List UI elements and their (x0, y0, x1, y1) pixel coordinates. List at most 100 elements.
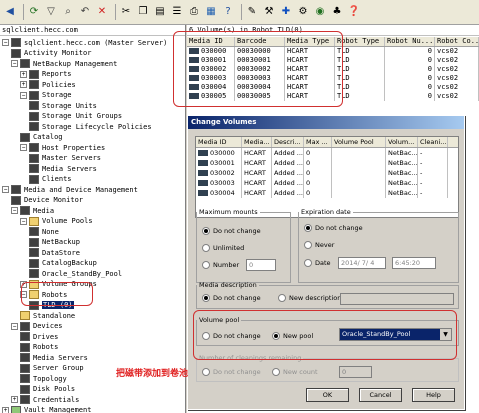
expiration-date[interactable]: Date (304, 259, 331, 267)
radio-icon[interactable] (272, 368, 280, 376)
tree-node[interactable]: + Volume Groups (20, 279, 97, 290)
properties-icon[interactable]: ☰ (170, 5, 184, 19)
column-header[interactable]: Volume Pool (332, 137, 386, 147)
tree-node[interactable]: DataStore (29, 247, 80, 258)
tree-node[interactable]: + Reports (20, 69, 72, 80)
expiration-do-not-change[interactable]: Do not change (304, 224, 363, 232)
tree-node[interactable]: Oracle_StandBy_Pool (29, 268, 122, 279)
tree-node[interactable]: Topology (20, 373, 67, 384)
column-header[interactable]: Max ... (304, 137, 332, 147)
column-header[interactable]: Volum... (386, 137, 418, 147)
find-icon[interactable]: ⌕ (61, 5, 75, 19)
collapse-icon[interactable]: − (11, 60, 18, 67)
column-header[interactable]: Barcode (235, 37, 285, 46)
expand-icon[interactable]: + (2, 406, 9, 413)
radio-icon[interactable] (202, 261, 210, 269)
paste-icon[interactable]: ▤ (153, 5, 167, 19)
table-row[interactable]: 030003 00030003 HCART TLD 0 vcs02 (187, 74, 479, 83)
filter-icon[interactable]: ▽ (44, 5, 58, 19)
tree-node[interactable]: − Media (11, 205, 54, 216)
tree-node[interactable]: Storage Unit Groups (29, 111, 122, 122)
column-header[interactable]: Robot Type (335, 37, 385, 46)
radio-icon[interactable] (272, 332, 280, 340)
copy-icon[interactable]: ❐ (136, 5, 150, 19)
expiration-date-field[interactable]: 2014/ 7/ 4 (338, 257, 386, 269)
collapse-icon[interactable]: − (2, 186, 9, 193)
column-header[interactable]: Media... (242, 137, 272, 147)
refresh-icon[interactable]: ⟳ (27, 5, 41, 19)
column-header[interactable]: Cleani... (418, 137, 448, 147)
tree-node[interactable]: Storage Units (29, 100, 97, 111)
tree-node[interactable]: Device Monitor (11, 195, 83, 206)
chart-icon[interactable]: ▦ (204, 5, 218, 19)
column-header[interactable]: Descri... (272, 137, 304, 147)
tree-node[interactable]: Clients (29, 174, 72, 185)
cleanings-do-not-change[interactable]: Do not change (202, 368, 261, 376)
gear-icon[interactable]: ⚙ (296, 5, 310, 19)
media-desc-new[interactable]: New description (278, 294, 341, 302)
tree-node[interactable]: − sqlclient.hecc.com (Master Server) (2, 37, 167, 48)
tree-node[interactable]: Activity Monitor (11, 48, 91, 59)
tool-icon[interactable]: ⚒ (262, 5, 276, 19)
tree-node[interactable]: − Volume Pools (20, 216, 93, 227)
expand-icon[interactable]: + (20, 70, 27, 78)
radio-icon[interactable] (202, 244, 210, 252)
web-icon[interactable]: ◉ (313, 5, 327, 19)
wizard-icon[interactable]: ✎ (245, 5, 259, 19)
column-header[interactable]: Media ID (196, 137, 242, 147)
tree-node[interactable]: − NetBackup Management (11, 58, 117, 69)
tree-node[interactable]: Robots (20, 342, 58, 353)
column-header[interactable]: Media Type (285, 37, 335, 46)
table-row[interactable]: 030002 00030002 HCART TLD 0 vcs02 (187, 65, 479, 74)
radio-icon[interactable] (202, 294, 210, 302)
table-row[interactable]: 030001 00030001 HCART TLD 0 vcs02 (187, 56, 479, 65)
max-mounts-number[interactable]: Number (202, 261, 239, 269)
collapse-icon[interactable]: − (20, 291, 27, 298)
cleanings-count-field[interactable]: 0 (339, 366, 372, 378)
radio-icon[interactable] (202, 368, 210, 376)
tree-node[interactable]: Disk Pools (20, 384, 75, 395)
collapse-icon[interactable]: − (20, 144, 27, 151)
tree-node[interactable]: Server Group (20, 363, 84, 374)
table-row[interactable]: 030004 00030004 HCART TLD 0 vcs02 (187, 83, 479, 92)
tree-node[interactable]: Media Servers (29, 163, 97, 174)
column-header[interactable]: Robot Nu... (385, 37, 435, 46)
help2-icon[interactable]: ❓ (347, 5, 361, 19)
collapse-icon[interactable]: − (11, 207, 18, 214)
tree-node[interactable]: + Vault Management (2, 405, 91, 413)
max-mounts-number-field[interactable]: 0 (246, 259, 276, 271)
radio-icon[interactable] (202, 332, 210, 340)
tree-node[interactable]: Drives (20, 331, 58, 342)
tree-node[interactable]: + Credentials (11, 394, 79, 405)
tree-node[interactable]: − Robots (20, 289, 67, 300)
volume-pool-do-not-change[interactable]: Do not change (202, 332, 261, 340)
collapse-icon[interactable]: − (2, 39, 9, 46)
volume-pool-new-pool[interactable]: New pool (272, 332, 313, 340)
cancel-button[interactable]: Cancel (359, 388, 402, 402)
radio-icon[interactable] (202, 227, 210, 235)
tree-node[interactable]: CatalogBackup (29, 258, 97, 269)
tree-node[interactable]: − Devices (11, 321, 63, 332)
undo-icon[interactable]: ↶ (78, 5, 92, 19)
table-row[interactable]: 030000 HCART Added ... 0 NetBac... - (196, 148, 458, 158)
tree-node[interactable]: Storage Lifecycle Policies (29, 121, 152, 132)
media-desc-do-not-change[interactable]: Do not change (202, 294, 261, 302)
print-icon[interactable]: ⎙ (187, 5, 201, 19)
tree-node[interactable]: − Media and Device Management (2, 184, 138, 195)
collapse-icon[interactable]: − (20, 91, 27, 99)
expiration-never[interactable]: Never (304, 241, 334, 249)
collapse-icon[interactable]: − (11, 322, 18, 330)
help-icon[interactable]: ? (221, 5, 235, 19)
expand-icon[interactable]: + (20, 81, 27, 88)
media-desc-field[interactable] (340, 293, 454, 305)
cut-icon[interactable]: ✂ (119, 5, 133, 19)
table-row[interactable]: 030003 HCART Added ... 0 NetBac... - (196, 178, 458, 188)
cleanings-new-count[interactable]: New count (272, 368, 318, 376)
collapse-icon[interactable]: − (20, 217, 27, 225)
tree-node[interactable]: Master Servers (29, 153, 101, 164)
max-mounts-unlimited[interactable]: Unlimited (202, 244, 244, 252)
add-icon[interactable]: ✚ (279, 5, 293, 19)
table-row[interactable]: 030005 00030005 HCART TLD 0 vcs02 (187, 92, 479, 101)
column-header[interactable]: Media ID (187, 37, 235, 46)
table-row[interactable]: 030001 HCART Added ... 0 NetBac... - (196, 158, 458, 168)
